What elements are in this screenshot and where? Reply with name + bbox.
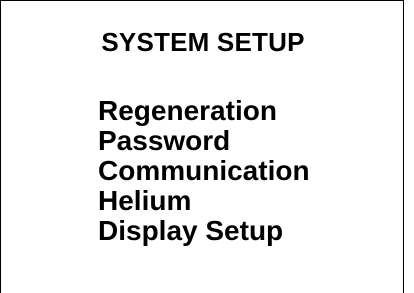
menu-item-password[interactable]: Password: [98, 126, 310, 156]
screen-title: SYSTEM SETUP: [101, 27, 305, 57]
menu-item-communication[interactable]: Communication: [98, 156, 310, 186]
system-setup-panel: SYSTEM SETUP Regeneration Password Commu…: [0, 0, 404, 293]
menu-item-regeneration[interactable]: Regeneration: [98, 96, 310, 126]
menu-item-display-setup[interactable]: Display Setup: [98, 216, 310, 246]
setup-menu: Regeneration Password Communication Heli…: [98, 96, 310, 246]
menu-item-helium[interactable]: Helium: [98, 186, 310, 216]
